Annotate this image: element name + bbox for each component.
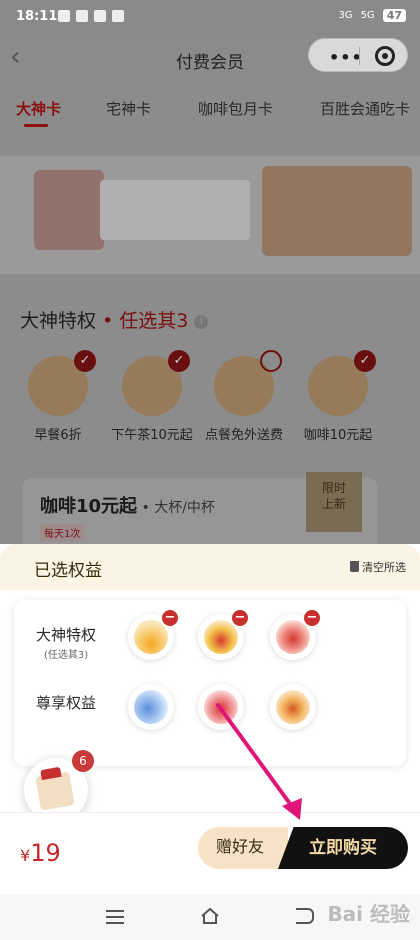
crown-icon bbox=[94, 10, 106, 22]
purchase-bar: ¥19 赠好友 立即购买 bbox=[0, 812, 420, 894]
notification-icons bbox=[58, 10, 124, 22]
watermark: Bai 经验 bbox=[327, 902, 410, 926]
tab-coffee-monthly-card[interactable]: 咖啡包月卡 bbox=[198, 98, 273, 119]
banner-image-right bbox=[262, 166, 412, 256]
limited-new-ribbon: 限时 上新 bbox=[306, 472, 362, 532]
dashen-privilege-sublabel: (任选其3) bbox=[44, 650, 89, 661]
dashen-privilege-label: 大神特权 bbox=[36, 626, 97, 644]
check-icon: ✓ bbox=[354, 350, 376, 372]
premium-gift[interactable] bbox=[198, 684, 244, 730]
benefit-breakfast[interactable]: ✓ 早餐6折 bbox=[10, 350, 106, 443]
benefit-afternoon-tea[interactable]: ✓ 下午茶10元起 bbox=[104, 350, 200, 443]
afternoon-tea-icon: ✓ bbox=[122, 350, 190, 416]
close-miniprogram-icon[interactable] bbox=[375, 46, 395, 66]
battery-level: 47 bbox=[382, 9, 406, 22]
selected-benefits-sheet: 已选权益 清空所选 大神特权 (任选其3) 尊享权益 − − − 6 ¥19 赠… bbox=[0, 544, 420, 894]
nav-header: ‹ 付费会员 ••• bbox=[0, 34, 420, 84]
breakfast-sun-icon: ✓ bbox=[28, 350, 96, 416]
price-value: 19 bbox=[30, 839, 61, 867]
privilege-title: 大神特权 bbox=[20, 310, 97, 332]
delivery-scooter-icon bbox=[214, 350, 282, 416]
premium-benefit-label: 尊享权益 bbox=[36, 694, 97, 712]
app-icon bbox=[112, 10, 124, 22]
benefit-label: 下午茶10元起 bbox=[111, 428, 193, 443]
notification-icon bbox=[58, 10, 70, 22]
coffee-cup-icon: ✓ bbox=[308, 350, 376, 416]
coffee-benefit-card[interactable]: 咖啡10元起 • 大杯/中杯 每天1次 限时 上新 bbox=[22, 472, 378, 544]
members-icon bbox=[134, 690, 168, 724]
miniprogram-capsule: ••• bbox=[308, 38, 408, 72]
selected-benefits-card: 大神特权 (任选其3) 尊享权益 − − − bbox=[14, 600, 406, 766]
clear-selection-button[interactable]: 清空所选 bbox=[350, 559, 406, 575]
shopping-bag-icon bbox=[35, 771, 75, 811]
message-icon bbox=[76, 10, 88, 22]
ribbon-line-1: 限时 bbox=[321, 481, 346, 495]
tab-yum-card[interactable]: 百胜会通吃卡 bbox=[320, 98, 410, 119]
selected-breakfast[interactable]: − bbox=[128, 610, 178, 660]
sheet-header: 已选权益 清空所选 bbox=[0, 544, 420, 590]
benefit-coffee[interactable]: ✓ 咖啡10元起 bbox=[290, 350, 386, 443]
selected-coffee[interactable]: − bbox=[270, 610, 320, 660]
privilege-subtitle: • 任选其3 bbox=[96, 310, 189, 332]
premium-wallet[interactable] bbox=[270, 684, 316, 730]
benefit-label: 早餐6折 bbox=[34, 428, 82, 443]
trash-icon bbox=[350, 561, 359, 572]
more-icon[interactable]: ••• bbox=[329, 48, 363, 67]
total-price: ¥19 bbox=[20, 839, 61, 867]
status-time: 18:11 bbox=[16, 9, 58, 24]
benefit-free-delivery[interactable]: 点餐免外送费 bbox=[196, 350, 292, 443]
tab-zhaishen-card[interactable]: 宅神卡 bbox=[106, 98, 151, 119]
gift-to-friend-button[interactable]: 赠好友 bbox=[198, 827, 288, 869]
remove-icon[interactable]: − bbox=[162, 610, 178, 626]
tab-dashen-card[interactable]: 大神卡 bbox=[16, 98, 61, 127]
promo-banner[interactable] bbox=[0, 156, 420, 274]
check-icon: ✓ bbox=[168, 350, 190, 372]
home-icon[interactable] bbox=[200, 907, 220, 925]
selected-afternoon-tea[interactable]: − bbox=[198, 610, 248, 660]
coffee-card-title: 咖啡10元起 • 大杯/中杯 bbox=[40, 492, 215, 518]
remove-icon[interactable]: − bbox=[304, 610, 320, 626]
afternoon-tea-icon bbox=[204, 620, 238, 654]
gift-box-icon bbox=[204, 690, 238, 724]
uncheck-icon bbox=[260, 350, 282, 372]
coffee-cup-icon bbox=[276, 620, 310, 654]
page-content: 大神卡 宅神卡 咖啡包月卡 百胜会通吃卡 大神特权 • 任选其3 i ✓ 早餐6折… bbox=[0, 84, 420, 544]
remove-icon[interactable]: − bbox=[232, 610, 248, 626]
signal-label-a: 3G bbox=[338, 10, 353, 21]
coffee-card-spec: • 大杯/中杯 bbox=[137, 500, 215, 516]
check-icon: ✓ bbox=[74, 350, 96, 372]
privilege-heading: 大神特权 • 任选其3 i bbox=[20, 306, 209, 333]
ribbon-line-2: 上新 bbox=[321, 497, 346, 511]
cart-count-badge: 6 bbox=[72, 750, 94, 772]
buy-now-button[interactable]: 立即购买 bbox=[278, 827, 408, 869]
clear-selection-label: 清空所选 bbox=[362, 561, 406, 574]
menu-icon[interactable] bbox=[106, 910, 124, 924]
banner-image-left bbox=[34, 170, 104, 250]
benefit-label: 咖啡10元起 bbox=[303, 428, 373, 443]
status-right: 3G 5G 47 bbox=[338, 9, 406, 22]
info-icon[interactable]: i bbox=[194, 314, 209, 329]
coffee-card-name: 咖啡10元起 bbox=[40, 496, 138, 517]
capsule-divider bbox=[359, 47, 360, 65]
breakfast-sun-icon bbox=[134, 620, 168, 654]
card-tabs: 大神卡 宅神卡 咖啡包月卡 百胜会通吃卡 bbox=[0, 94, 420, 127]
premium-members[interactable] bbox=[128, 684, 174, 730]
back-nav-icon[interactable] bbox=[296, 908, 314, 924]
daily-limit-tag: 每天1次 bbox=[40, 524, 85, 541]
signal-label-b: 5G bbox=[360, 10, 375, 21]
benefit-label: 点餐免外送费 bbox=[204, 428, 283, 443]
price-currency: ¥ bbox=[20, 846, 31, 865]
status-bar: 18:11 3G 5G 47 bbox=[0, 0, 420, 34]
banner-image-center bbox=[100, 180, 250, 240]
wallet-icon bbox=[276, 690, 310, 724]
sheet-title: 已选权益 bbox=[34, 561, 102, 581]
